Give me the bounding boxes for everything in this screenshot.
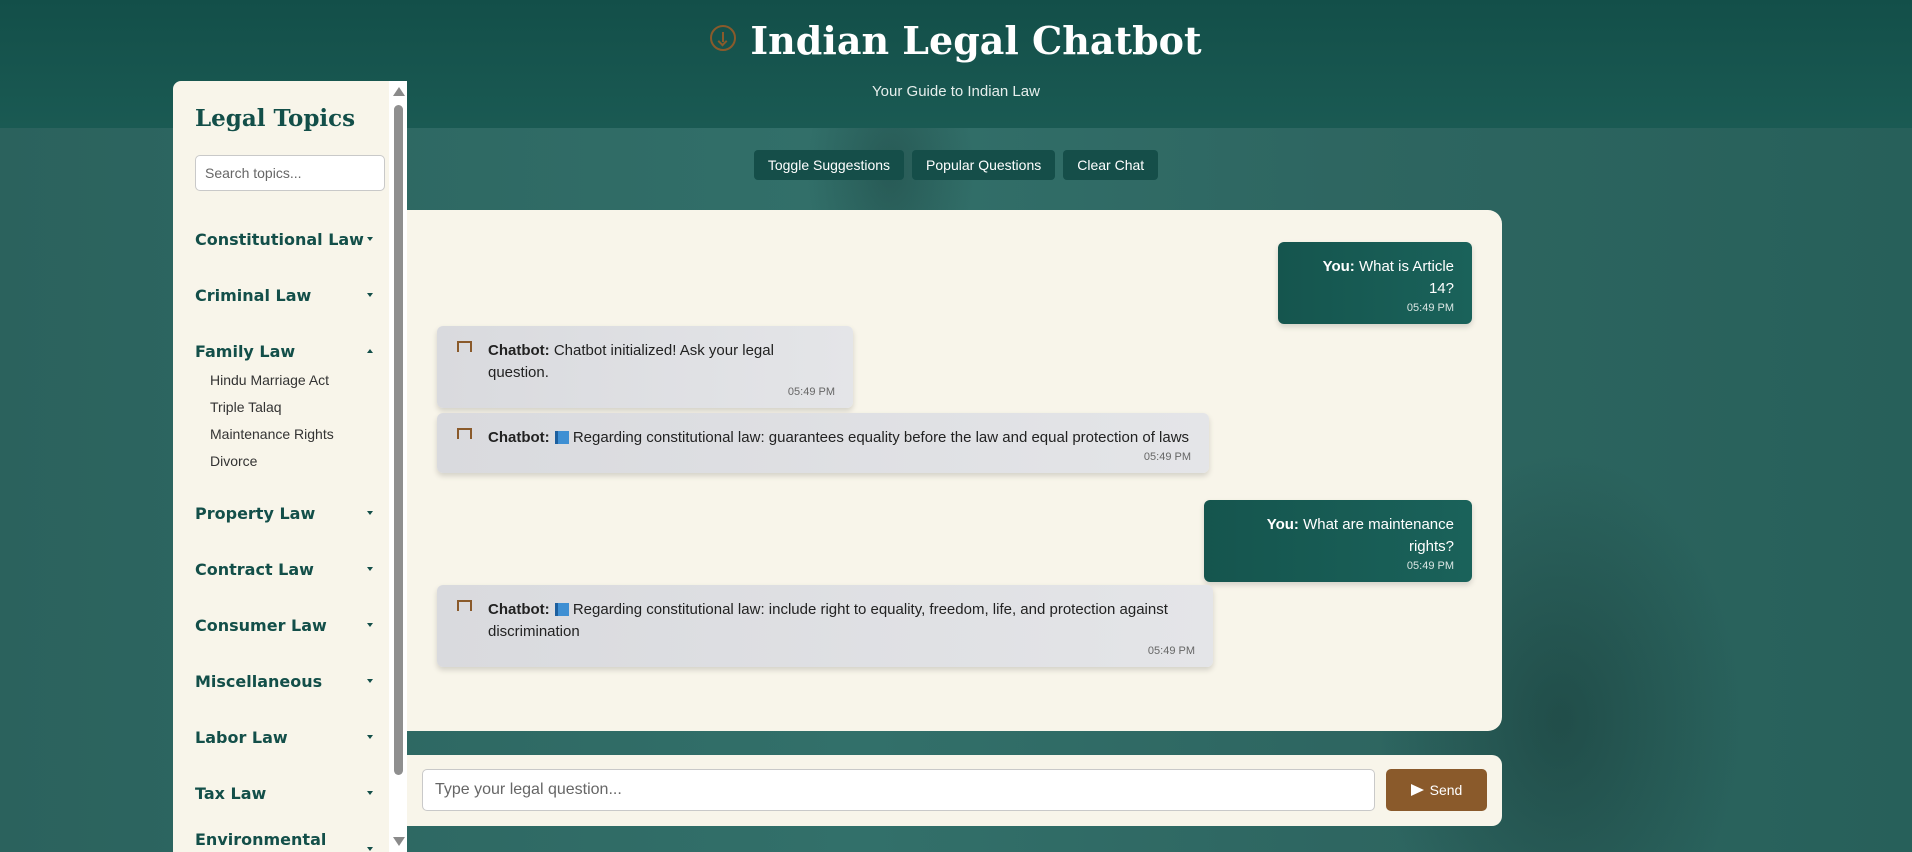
sidebar-scrollbar[interactable] (389, 81, 407, 852)
scroll-down-arrow-icon[interactable] (393, 837, 405, 846)
topic-category[interactable]: Miscellaneous (195, 653, 375, 709)
message-timestamp: 05:49 PM (1406, 302, 1454, 314)
caret-up-icon (367, 349, 373, 353)
question-input[interactable] (422, 769, 1375, 811)
message-timestamp: 05:49 PM (1406, 560, 1454, 572)
topic-category-label: Family Law (195, 341, 296, 361)
topic-category-label: Environmental Law (195, 830, 327, 852)
message-text: You: What is Article 14? (1296, 256, 1454, 300)
topic-search-input[interactable] (195, 155, 385, 191)
message-timestamp: 05:49 PM (787, 386, 835, 398)
topic-category-label: Property Law (195, 503, 316, 523)
topic-category-label: Consumer Law (195, 615, 327, 635)
topic-category[interactable]: Consumer Law (195, 597, 375, 653)
bot-message: Chatbot: Regarding constitutional law: i… (437, 585, 1213, 667)
caret-down-icon (367, 735, 373, 739)
scrollbar-thumb[interactable] (394, 105, 403, 775)
page-title: Indian Legal Chatbot (750, 18, 1202, 63)
caret-down-icon (367, 847, 373, 851)
download-circle-icon (710, 24, 737, 51)
message-timestamp: 05:49 PM (1143, 451, 1191, 463)
message-speaker: Chatbot: (488, 429, 550, 446)
sidebar-title: Legal Topics (195, 105, 356, 132)
chat-window: You: What is Article 14? 05:49 PM Chatbot:… (407, 210, 1502, 731)
topic-category[interactable]: Property Law (195, 485, 375, 541)
topics-sidebar: Legal Topics Constitutional Law Criminal … (173, 81, 407, 852)
topic-category-label: Constitutional Law (195, 229, 364, 249)
topic-list: Constitutional Law Criminal Law Family Law… (195, 211, 375, 852)
caret-down-icon (367, 623, 373, 627)
topic-category[interactable]: Tax Law (195, 765, 375, 821)
caret-down-icon (367, 679, 373, 683)
topic-subitem[interactable]: Hindu Marriage Act (210, 367, 375, 394)
message-speaker: Chatbot: (488, 601, 550, 618)
clear-chat-button[interactable]: Clear Chat (1063, 150, 1159, 180)
caret-down-icon (367, 511, 373, 515)
topic-category-label: Contract Law (195, 559, 314, 579)
caret-down-icon (367, 791, 373, 795)
topic-category-label: Criminal Law (195, 285, 312, 305)
popular-questions-button[interactable]: Popular Questions (912, 150, 1056, 180)
bot-message: Chatbot: Regarding constitutional law: g… (437, 413, 1209, 473)
toggle-suggestions-button[interactable]: Toggle Suggestions (753, 150, 905, 180)
message-body: Regarding constitutional law: include ri… (488, 601, 1168, 640)
title-row: Indian Legal Chatbot (0, 18, 1912, 63)
message-text: You: What are maintenance rights? (1222, 514, 1454, 558)
topic-subitem[interactable]: Maintenance Rights (210, 421, 375, 448)
send-button[interactable]: Send (1386, 769, 1487, 811)
message-speaker: You: (1266, 516, 1299, 533)
topic-category-label: Tax Law (195, 783, 267, 803)
message-text: Chatbot: Regarding constitutional law: g… (488, 427, 1191, 449)
topic-subitem[interactable]: Divorce (210, 448, 375, 475)
topic-subitems: Hindu Marriage Act Triple Talaq Maintenanc… (210, 367, 375, 475)
bot-message: Chatbot: Chatbot initialized! Ask your l… (437, 326, 853, 408)
message-text: Chatbot: Chatbot initialized! Ask your l… (488, 340, 835, 384)
user-message: You: What are maintenance rights? 05:49 P… (1204, 500, 1472, 582)
message-speaker: Chatbot: (488, 342, 550, 359)
topic-category-label: Labor Law (195, 727, 288, 747)
user-message: You: What is Article 14? 05:49 PM (1278, 242, 1472, 324)
input-bar: Send (407, 755, 1502, 826)
paper-plane-icon (1410, 784, 1424, 796)
topic-category-label: Miscellaneous (195, 671, 323, 691)
book-icon (554, 603, 569, 616)
message-text: Chatbot: Regarding constitutional law: i… (488, 599, 1195, 643)
caret-down-icon (367, 237, 373, 241)
topic-category[interactable]: Environmental Law (195, 821, 375, 852)
chatbot-icon (457, 428, 472, 439)
topic-category[interactable]: Labor Law (195, 709, 375, 765)
topic-subitem[interactable]: Triple Talaq (210, 394, 375, 421)
message-body: Regarding constitutional law: guarantees… (572, 429, 1190, 446)
topic-category[interactable]: Contract Law (195, 541, 375, 597)
message-body: What are maintenance rights? (1303, 516, 1454, 555)
chatbot-icon (457, 341, 472, 352)
chatbot-icon (457, 600, 472, 611)
topic-category[interactable]: Constitutional Law (195, 211, 375, 267)
message-speaker: You: (1322, 258, 1355, 275)
scroll-up-arrow-icon[interactable] (393, 87, 405, 96)
topic-category[interactable]: Criminal Law (195, 267, 375, 323)
caret-down-icon (367, 293, 373, 297)
caret-down-icon (367, 567, 373, 571)
book-icon (554, 431, 569, 444)
send-button-label: Send (1429, 782, 1463, 798)
message-timestamp: 05:49 PM (1147, 645, 1195, 657)
message-body: What is Article 14? (1358, 258, 1454, 297)
